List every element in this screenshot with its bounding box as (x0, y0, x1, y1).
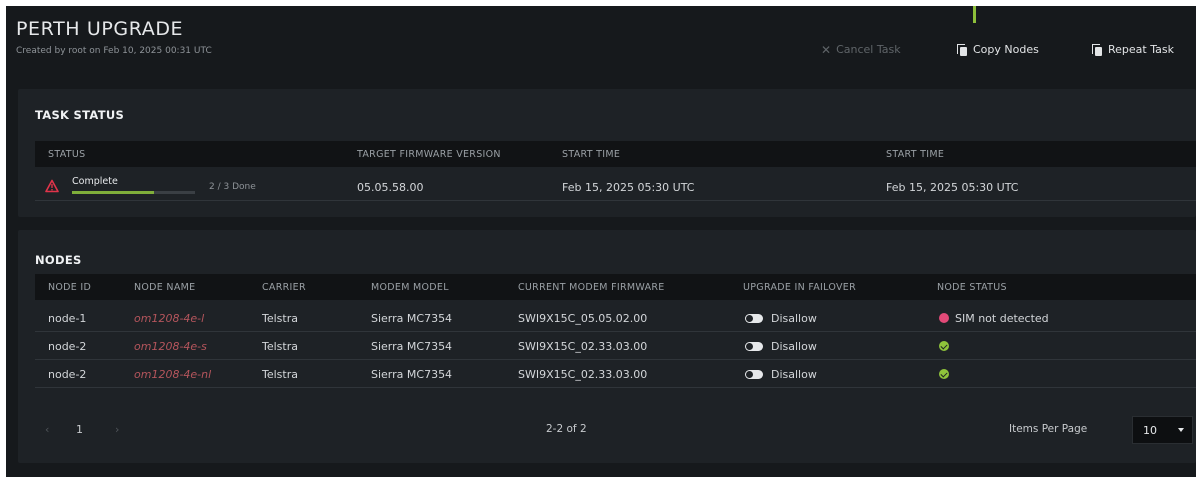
col-current-firmware: CURRENT MODEM FIRMWARE (518, 282, 665, 293)
warning-triangle-icon (45, 179, 59, 193)
chevron-down-icon (1178, 428, 1184, 432)
copy-icon (957, 43, 968, 56)
items-per-page-label: Items Per Page (1009, 423, 1088, 435)
check-circle-icon (939, 341, 949, 351)
col-node-name: NODE NAME (134, 282, 196, 293)
node-carrier: Telstra (262, 368, 298, 381)
nodes-table-header: NODE ID NODE NAME CARRIER MODEM MODEL CU… (35, 274, 1196, 300)
node-firmware: SWI9X15C_02.33.03.00 (518, 340, 648, 353)
node-id: node-1 (48, 312, 87, 325)
copy-icon (1092, 43, 1103, 56)
page-number-button[interactable]: 1 (76, 423, 83, 436)
repeat-task-button[interactable]: Repeat Task (1092, 43, 1174, 56)
task-progress-bar (72, 191, 195, 194)
node-id: node-2 (48, 368, 87, 381)
target-firmware-value: 05.05.58.00 (357, 181, 424, 194)
accent-bar (973, 6, 976, 23)
page-title: PERTH UPGRADE (16, 18, 184, 40)
node-modem-model: Sierra MC7354 (371, 312, 453, 325)
node-firmware: SWI9X15C_02.33.03.00 (518, 368, 648, 381)
node-modem-model: Sierra MC7354 (371, 340, 453, 353)
task-status-panel: TASK STATUS STATUS TARGET FIRMWARE VERSI… (18, 89, 1196, 217)
repeat-task-label: Repeat Task (1108, 43, 1174, 56)
node-name-link[interactable]: om1208-4e-s (134, 340, 207, 353)
node-name-link[interactable]: om1208-4e-nl (134, 368, 211, 381)
node-id: node-2 (48, 340, 87, 353)
node-status-text: SIM not detected (955, 312, 1049, 325)
close-icon: ✕ (821, 42, 832, 57)
cancel-task-label: Cancel Task (836, 43, 901, 56)
next-page-button[interactable]: › (115, 423, 119, 436)
col-start-time: START TIME (562, 149, 621, 160)
copy-nodes-button[interactable]: Copy Nodes (957, 43, 1039, 56)
node-carrier: Telstra (262, 340, 298, 353)
table-row: node-2 om1208-4e-nl Telstra Sierra MC735… (35, 360, 1196, 388)
node-carrier: Telstra (262, 312, 298, 325)
items-per-page-value: 10 (1143, 423, 1157, 437)
task-status-title: TASK STATUS (35, 108, 125, 122)
cancel-task-button[interactable]: ✕ Cancel Task (821, 43, 901, 56)
task-done-count: 2 / 3 Done (209, 182, 256, 192)
col-node-id: NODE ID (48, 282, 92, 293)
start-time-value: Feb 15, 2025 05:30 UTC (562, 181, 695, 194)
pagination-range: 2-2 of 2 (546, 423, 587, 435)
failover-toggle[interactable] (745, 314, 763, 323)
task-progress-fill (72, 191, 154, 194)
task-status-row: Complete 2 / 3 Done 05.05.58.00 Feb 15, … (35, 173, 1196, 201)
failover-label: Disallow (771, 368, 817, 381)
col-upgrade-failover: UPGRADE IN FAILOVER (743, 282, 856, 293)
copy-nodes-label: Copy Nodes (973, 43, 1039, 56)
red-dot-icon (939, 313, 949, 323)
nodes-title: NODES (35, 253, 82, 267)
node-modem-model: Sierra MC7354 (371, 368, 453, 381)
nodes-panel: NODES NODE ID NODE NAME CARRIER MODEM MO… (18, 230, 1196, 463)
start-time-value-2: Feb 15, 2025 05:30 UTC (886, 181, 1019, 194)
failover-toggle[interactable] (745, 342, 763, 351)
col-carrier: CARRIER (262, 282, 306, 293)
col-target-firmware: TARGET FIRMWARE VERSION (357, 149, 501, 160)
col-modem-model: MODEM MODEL (371, 282, 449, 293)
col-node-status: NODE STATUS (937, 282, 1007, 293)
failover-label: Disallow (771, 312, 817, 325)
node-name-link[interactable]: om1208-4e-l (134, 312, 204, 325)
table-row: node-1 om1208-4e-l Telstra Sierra MC7354… (35, 304, 1196, 332)
items-per-page-select[interactable]: 10 (1132, 416, 1193, 444)
task-status-value: Complete (72, 176, 118, 187)
col-start-time-2: START TIME (886, 149, 945, 160)
table-row: node-2 om1208-4e-s Telstra Sierra MC7354… (35, 332, 1196, 360)
failover-toggle[interactable] (745, 370, 763, 379)
check-circle-icon (939, 369, 949, 379)
node-firmware: SWI9X15C_05.05.02.00 (518, 312, 648, 325)
app-window: PERTH UPGRADE Created by root on Feb 10,… (6, 6, 1196, 477)
col-status: STATUS (48, 149, 86, 160)
task-status-header: STATUS TARGET FIRMWARE VERSION START TIM… (35, 141, 1196, 167)
header-actions: ✕ Cancel Task Copy Nodes Repeat Task (6, 43, 1196, 63)
failover-label: Disallow (771, 340, 817, 353)
prev-page-button[interactable]: ‹ (45, 423, 49, 436)
